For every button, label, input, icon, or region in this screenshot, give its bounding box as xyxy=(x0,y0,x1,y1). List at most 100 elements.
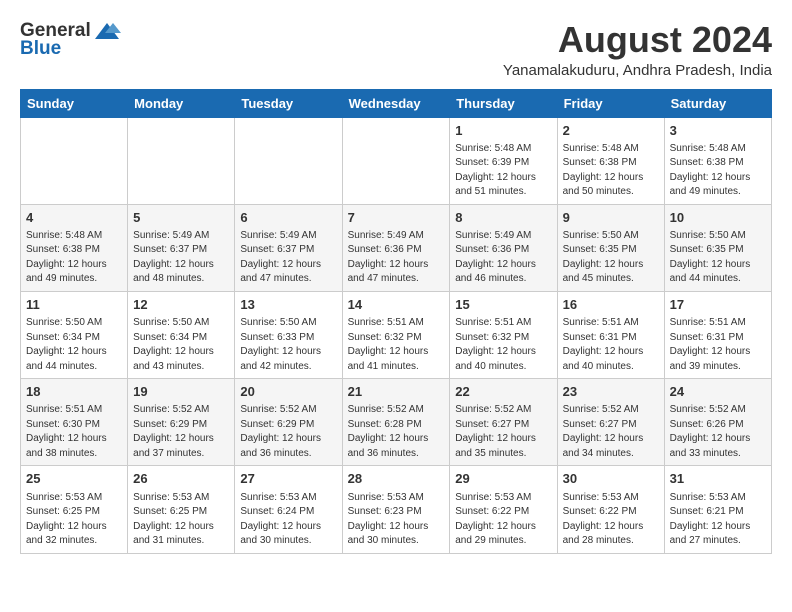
day-info: Sunrise: 5:52 AM Sunset: 6:28 PM Dayligh… xyxy=(348,403,445,461)
day-info: Sunrise: 5:51 AM Sunset: 6:31 PM Dayligh… xyxy=(563,316,659,374)
calendar-cell: 18Sunrise: 5:51 AM Sunset: 6:30 PM Dayli… xyxy=(21,379,128,466)
calendar-week-row: 18Sunrise: 5:51 AM Sunset: 6:30 PM Dayli… xyxy=(21,379,772,466)
calendar-cell: 7Sunrise: 5:49 AM Sunset: 6:36 PM Daylig… xyxy=(342,204,450,291)
day-info: Sunrise: 5:50 AM Sunset: 6:35 PM Dayligh… xyxy=(670,229,766,287)
day-number: 1 xyxy=(455,122,551,140)
day-number: 31 xyxy=(670,470,766,488)
calendar-cell: 5 Sunrise: 5:49 AM Sunset: 6:37 PM Daylig… xyxy=(128,204,235,291)
day-info: Sunrise: 5:50 AM Sunset: 6:34 PM Dayligh… xyxy=(26,316,122,374)
day-number: 26 xyxy=(133,470,229,488)
day-info: Sunrise: 5:50 AM Sunset: 6:35 PM Dayligh… xyxy=(563,229,659,287)
calendar-cell: 20 Sunrise: 5:52 AM Sunset: 6:29 PM Dayli… xyxy=(235,379,342,466)
day-number: 16 xyxy=(563,296,659,314)
day-info: Sunrise: 5:53 AM Sunset: 6:22 PM Dayligh… xyxy=(563,491,659,549)
day-info: Sunrise: 5:52 AM Sunset: 6:26 PM Dayligh… xyxy=(670,403,766,461)
day-info: Sunrise: 5:53 AM Sunset: 6:22 PM Dayligh… xyxy=(455,491,551,549)
calendar-cell: 26 Sunrise: 5:53 AM Sunset: 6:25 PM Dayli… xyxy=(128,466,235,553)
calendar-cell: 21 Sunrise: 5:52 AM Sunset: 6:28 PM Dayli… xyxy=(342,379,450,466)
day-number: 12 xyxy=(133,296,229,314)
day-number: 10 xyxy=(670,209,766,227)
day-number: 14 xyxy=(348,296,445,314)
day-info: Sunrise: 5:49 AM Sunset: 6:37 PM Dayligh… xyxy=(240,229,336,287)
day-info: Sunrise: 5:50 AM Sunset: 6:33 PM Dayligh… xyxy=(240,316,336,374)
calendar-week-row: 4 Sunrise: 5:48 AM Sunset: 6:38 PM Daylig… xyxy=(21,204,772,291)
calendar-cell: 11 Sunrise: 5:50 AM Sunset: 6:34 PM Dayli… xyxy=(21,291,128,378)
calendar-cell: 15 Sunrise: 5:51 AM Sunset: 6:32 PM Dayli… xyxy=(450,291,557,378)
calendar-cell: 16 Sunrise: 5:51 AM Sunset: 6:31 PM Dayli… xyxy=(557,291,664,378)
calendar-day-header: Tuesday xyxy=(235,89,342,117)
day-info: Sunrise: 5:51 AM Sunset: 6:32 PM Dayligh… xyxy=(348,316,445,374)
day-info: Sunrise: 5:52 AM Sunset: 6:29 PM Dayligh… xyxy=(240,403,336,461)
day-info: Sunrise: 5:49 AM Sunset: 6:36 PM Dayligh… xyxy=(455,229,551,287)
day-info: Sunrise: 5:51 AM Sunset: 6:31 PM Dayligh… xyxy=(670,316,766,374)
day-number: 17 xyxy=(670,296,766,314)
day-number: 9 xyxy=(563,209,659,227)
day-info: Sunrise: 5:50 AM Sunset: 6:34 PM Dayligh… xyxy=(133,316,229,374)
day-number: 21 xyxy=(348,383,445,401)
day-info: Sunrise: 5:51 AM Sunset: 6:30 PM Dayligh… xyxy=(26,403,122,461)
day-number: 13 xyxy=(240,296,336,314)
calendar-cell: 12 Sunrise: 5:50 AM Sunset: 6:34 PM Dayli… xyxy=(128,291,235,378)
calendar-week-row: 1Sunrise: 5:48 AM Sunset: 6:39 PM Daylig… xyxy=(21,117,772,204)
month-year-title: August 2024 xyxy=(503,20,772,60)
day-number: 11 xyxy=(26,296,122,314)
day-number: 24 xyxy=(670,383,766,401)
calendar-week-row: 11 Sunrise: 5:50 AM Sunset: 6:34 PM Dayli… xyxy=(21,291,772,378)
calendar-cell: 10 Sunrise: 5:50 AM Sunset: 6:35 PM Dayli… xyxy=(664,204,771,291)
day-number: 30 xyxy=(563,470,659,488)
calendar-cell: 23 Sunrise: 5:52 AM Sunset: 6:27 PM Dayli… xyxy=(557,379,664,466)
day-number: 4 xyxy=(26,209,122,227)
day-info: Sunrise: 5:52 AM Sunset: 6:27 PM Dayligh… xyxy=(455,403,551,461)
calendar-header-row: SundayMondayTuesdayWednesdayThursdayFrid… xyxy=(21,89,772,117)
calendar-day-header: Friday xyxy=(557,89,664,117)
calendar-cell: 6 Sunrise: 5:49 AM Sunset: 6:37 PM Daylig… xyxy=(235,204,342,291)
day-number: 20 xyxy=(240,383,336,401)
calendar-cell xyxy=(21,117,128,204)
day-number: 25 xyxy=(26,470,122,488)
calendar-cell: 4 Sunrise: 5:48 AM Sunset: 6:38 PM Daylig… xyxy=(21,204,128,291)
calendar-week-row: 25 Sunrise: 5:53 AM Sunset: 6:25 PM Dayli… xyxy=(21,466,772,553)
day-number: 27 xyxy=(240,470,336,488)
logo-blue-text: Blue xyxy=(20,38,61,59)
day-number: 3 xyxy=(670,122,766,140)
calendar-cell: 19 Sunrise: 5:52 AM Sunset: 6:29 PM Dayli… xyxy=(128,379,235,466)
day-info: Sunrise: 5:49 AM Sunset: 6:36 PM Dayligh… xyxy=(348,229,445,287)
day-info: Sunrise: 5:52 AM Sunset: 6:27 PM Dayligh… xyxy=(563,403,659,461)
calendar-cell: 27Sunrise: 5:53 AM Sunset: 6:24 PM Dayli… xyxy=(235,466,342,553)
calendar-cell: 17 Sunrise: 5:51 AM Sunset: 6:31 PM Dayli… xyxy=(664,291,771,378)
logo-icon xyxy=(93,21,121,41)
title-block: August 2024 Yanamalakuduru, Andhra Prade… xyxy=(503,20,772,79)
calendar-day-header: Thursday xyxy=(450,89,557,117)
day-info: Sunrise: 5:53 AM Sunset: 6:25 PM Dayligh… xyxy=(133,491,229,549)
calendar-cell: 31 Sunrise: 5:53 AM Sunset: 6:21 PM Dayli… xyxy=(664,466,771,553)
day-number: 23 xyxy=(563,383,659,401)
day-number: 19 xyxy=(133,383,229,401)
calendar-cell: 25Sunrise: 5:53 AM Sunset: 6:25 PM Dayli… xyxy=(21,466,128,553)
calendar-cell: 2Sunrise: 5:48 AM Sunset: 6:38 PM Daylig… xyxy=(557,117,664,204)
calendar-cell: 9 Sunrise: 5:50 AM Sunset: 6:35 PM Daylig… xyxy=(557,204,664,291)
calendar-cell xyxy=(235,117,342,204)
day-number: 29 xyxy=(455,470,551,488)
calendar-cell: 1Sunrise: 5:48 AM Sunset: 6:39 PM Daylig… xyxy=(450,117,557,204)
calendar-table: SundayMondayTuesdayWednesdayThursdayFrid… xyxy=(20,89,772,554)
calendar-day-header: Monday xyxy=(128,89,235,117)
day-number: 6 xyxy=(240,209,336,227)
calendar-cell: 22 Sunrise: 5:52 AM Sunset: 6:27 PM Dayli… xyxy=(450,379,557,466)
day-number: 28 xyxy=(348,470,445,488)
day-info: Sunrise: 5:48 AM Sunset: 6:38 PM Dayligh… xyxy=(563,142,659,200)
logo: General Blue xyxy=(20,20,121,60)
day-info: Sunrise: 5:49 AM Sunset: 6:37 PM Dayligh… xyxy=(133,229,229,287)
page-header: General Blue August 2024 Yanamalakuduru,… xyxy=(20,20,772,79)
calendar-cell: 3 Sunrise: 5:48 AM Sunset: 6:38 PM Daylig… xyxy=(664,117,771,204)
calendar-cell xyxy=(128,117,235,204)
day-number: 15 xyxy=(455,296,551,314)
day-number: 5 xyxy=(133,209,229,227)
day-info: Sunrise: 5:51 AM Sunset: 6:32 PM Dayligh… xyxy=(455,316,551,374)
calendar-cell: 13 Sunrise: 5:50 AM Sunset: 6:33 PM Dayli… xyxy=(235,291,342,378)
day-info: Sunrise: 5:48 AM Sunset: 6:38 PM Dayligh… xyxy=(670,142,766,200)
day-info: Sunrise: 5:53 AM Sunset: 6:21 PM Dayligh… xyxy=(670,491,766,549)
day-number: 22 xyxy=(455,383,551,401)
calendar-day-header: Wednesday xyxy=(342,89,450,117)
day-info: Sunrise: 5:52 AM Sunset: 6:29 PM Dayligh… xyxy=(133,403,229,461)
day-info: Sunrise: 5:48 AM Sunset: 6:38 PM Dayligh… xyxy=(26,229,122,287)
